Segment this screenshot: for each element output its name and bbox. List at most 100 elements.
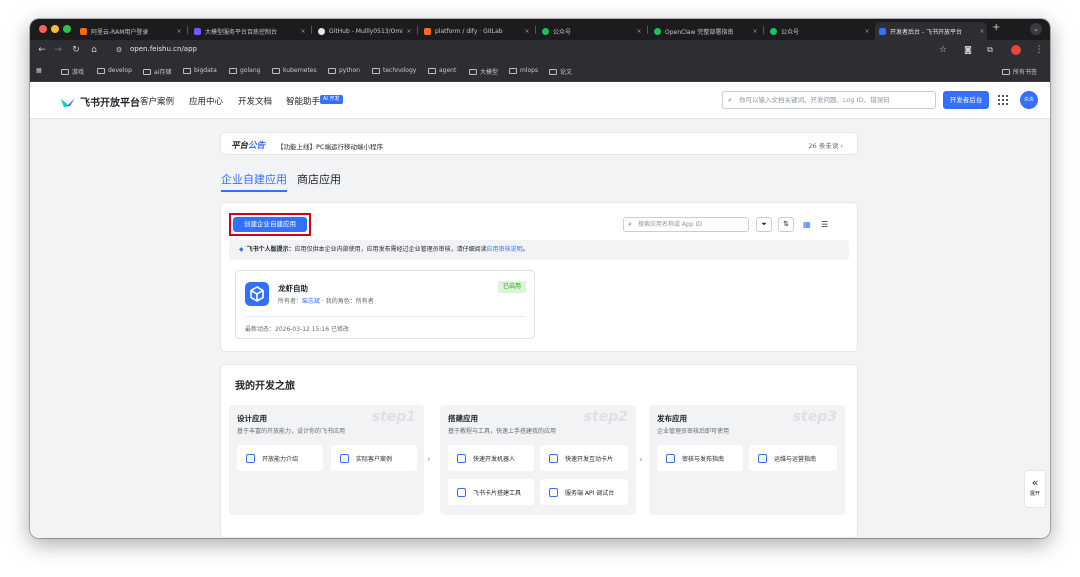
bookmark-star-icon[interactable]: ☆	[937, 44, 949, 56]
bot-icon	[457, 453, 466, 463]
owner-link[interactable]: 柴志斌	[302, 298, 320, 305]
browser-tab[interactable]: 公众号 ×	[538, 22, 644, 40]
maximize-window-icon[interactable]	[63, 25, 71, 33]
nav-ai-assistant[interactable]: 智能助手	[286, 95, 320, 107]
bookmark-folder[interactable]: python	[328, 67, 360, 74]
bookmark-folder[interactable]: kubernetes	[272, 67, 317, 74]
close-window-icon[interactable]	[39, 25, 47, 33]
browser-tab[interactable]: GitHub - Mullly0513/Omi ×	[314, 22, 414, 40]
tab-search-icon[interactable]: ⌄	[1030, 23, 1042, 35]
doc-icon	[246, 453, 255, 463]
quick-card-button[interactable]: 快速开发互动卡片	[540, 445, 628, 471]
all-bookmarks-folder[interactable]: 所有书签	[1002, 67, 1037, 76]
grid-view-icon[interactable]: ▦	[803, 219, 815, 230]
browser-tab[interactable]: platform / dify · GitLab ×	[420, 22, 532, 40]
screenshot-page: 阿里云-RAM用户登录 × 大模型服务平台百炼控制台 × GitHub - Mull…	[0, 0, 1080, 577]
tab-store-apps[interactable]: 商店应用	[297, 171, 341, 187]
close-tab-icon[interactable]: ×	[522, 28, 532, 35]
url-field[interactable]: open.feishu.cn/app	[130, 45, 197, 53]
browser-tab-strip: 阿里云-RAM用户登录 × 大模型服务平台百炼控制台 × GitHub - Mull…	[30, 19, 1050, 40]
capabilities-intro-button[interactable]: 开放能力介绍	[237, 445, 323, 471]
new-tab-icon[interactable]: +	[992, 22, 1000, 33]
bookmark-folder[interactable]: bigdata	[183, 67, 217, 74]
bookmark-folder[interactable]: 大模型	[469, 67, 498, 76]
unread-count-link[interactable]: 26 条未读 ›	[808, 140, 843, 150]
notification-badge-icon[interactable]	[1011, 45, 1021, 55]
home-icon[interactable]: ⌂	[88, 44, 100, 56]
app-last-updated: 最新动态：2026-03-12 15:16 已修改	[245, 326, 349, 333]
browser-tab-active[interactable]: 开发者后台 - 飞书开放平台 ×	[875, 22, 987, 40]
ops-guide-button[interactable]: 运维与运营指南	[749, 445, 837, 471]
step-build: step2 搭建应用 基于教程与工具，快速上手搭建我的应用 快速开发机器人 快速…	[440, 405, 636, 515]
minimize-window-icon[interactable]	[51, 25, 59, 33]
browser-tab[interactable]: 公众号 ×	[766, 22, 872, 40]
bookmark-folder[interactable]: golang	[229, 67, 260, 74]
step-publish: step3 发布应用 企业管理员审核后即可使用 审核与发布指南 运维与运营指南	[649, 405, 845, 515]
filter-icon[interactable]: ⏷	[756, 217, 772, 232]
bookmark-folder[interactable]: technology	[372, 67, 416, 74]
close-tab-icon[interactable]: ×	[977, 28, 987, 35]
app-list-panel: 创建企业自建应用 ⌕ 搜索应用名称或 App ID ⏷ ⇅ ▦ ☰ ◆ 飞书个人版…	[220, 202, 858, 352]
publish-guide-button[interactable]: 审核与发布指南	[657, 445, 743, 471]
user-avatar[interactable]: 炎炎	[1020, 91, 1038, 109]
close-tab-icon[interactable]: ×	[404, 28, 414, 35]
feishu-logo-icon	[61, 97, 75, 107]
wechat-icon	[542, 27, 549, 35]
close-tab-icon[interactable]: ×	[750, 28, 760, 35]
customer-cases-button[interactable]: 实际客户案例	[331, 445, 417, 471]
dev-console-button[interactable]: 开发者后台	[943, 91, 989, 109]
announcement-bar: 平台公告 【功能上线】PC端运行移动端小程序 26 条未读 ›	[220, 132, 858, 155]
bookmark-folder[interactable]: 游戏	[61, 67, 84, 76]
apps-grid-icon[interactable]: ▦	[36, 67, 42, 74]
bookmark-folder[interactable]: develop	[97, 67, 132, 74]
status-badge: 已启用	[497, 281, 526, 293]
sort-icon[interactable]: ⇅	[778, 217, 794, 232]
user-check-icon	[666, 453, 675, 463]
close-tab-icon[interactable]: ×	[862, 28, 872, 35]
nav-app-center[interactable]: 应用中心	[189, 95, 223, 107]
personal-edition-tip: ◆ 飞书个人版提示：应用仅供本企业内部使用，应用发布需经过企业管理员审核，请仔细阅…	[229, 240, 849, 260]
announcement-text[interactable]: 【功能上线】PC端运行移动端小程序	[277, 141, 383, 151]
ai-dev-badge[interactable]: AI 开发	[320, 95, 343, 104]
nav-customer-cases[interactable]: 客户案例	[140, 95, 174, 107]
double-chevron-left-icon: «	[1031, 476, 1039, 489]
tab-enterprise-apps[interactable]: 企业自建应用	[221, 171, 287, 187]
site-settings-icon[interactable]: ⚙	[113, 44, 125, 56]
browser-tab[interactable]: 阿里云-RAM用户登录 ×	[76, 22, 184, 40]
brand-logo[interactable]: 飞书开放平台	[60, 94, 140, 109]
expand-sidebar-button[interactable]: « 展开	[1024, 470, 1046, 508]
feishu-small-icon: ◆	[239, 246, 244, 253]
extensions-icon[interactable]: ⧉	[984, 44, 996, 56]
close-tab-icon[interactable]: ×	[174, 28, 184, 35]
back-icon[interactable]: ←	[36, 44, 48, 56]
forward-icon[interactable]: →	[52, 44, 64, 56]
menu-kebab-icon[interactable]: ⋮	[1033, 44, 1045, 56]
doc-search-input[interactable]: ⌕ 你可以输入文档关键词、开发问题、Log ID、错误码	[722, 91, 936, 109]
profile-icon[interactable]: ◙	[962, 44, 974, 56]
quick-bot-button[interactable]: 快速开发机器人	[448, 445, 534, 471]
bookmark-folder[interactable]: ai存储	[143, 67, 171, 76]
close-tab-icon[interactable]: ×	[298, 28, 308, 35]
browser-tab[interactable]: 大模型服务平台百炼控制台 ×	[190, 22, 308, 40]
browser-toolbar: ← → ↻ ⌂ ⚙ open.feishu.cn/app ☆ ◙ ⧉ ⋮	[30, 40, 1050, 61]
browser-tab[interactable]: OpenClaw 完整部署指南 ×	[650, 22, 760, 40]
close-tab-icon[interactable]: ×	[634, 28, 644, 35]
wechat-icon	[770, 27, 777, 35]
nav-dev-docs[interactable]: 开发文档	[238, 95, 272, 107]
app-icon	[245, 282, 269, 306]
app-grid-icon[interactable]	[997, 94, 1009, 106]
api-debugger-button[interactable]: 服务端 API 调试台	[540, 479, 628, 505]
app-search-input[interactable]: ⌕ 搜索应用名称或 App ID	[623, 217, 749, 232]
review-guide-link[interactable]: 应用审核说明	[487, 246, 523, 253]
bookmark-folder[interactable]: mlops	[509, 67, 538, 74]
app-name[interactable]: 龙虾自助	[278, 283, 308, 294]
bookmark-folder[interactable]: 论文	[549, 67, 572, 76]
app-card[interactable]: 龙虾自助 已启用 所有者：柴志斌 · 我的角色：所有者 最新动态：2026-03…	[235, 270, 535, 339]
gitlab-icon	[424, 27, 431, 35]
create-enterprise-app-button[interactable]: 创建企业自建应用	[233, 217, 307, 232]
list-view-icon[interactable]: ☰	[821, 219, 833, 230]
reload-icon[interactable]: ↻	[70, 44, 82, 56]
ops-icon	[758, 453, 767, 463]
bookmark-folder[interactable]: agent	[428, 67, 456, 74]
card-builder-button[interactable]: 飞书卡片搭建工具	[448, 479, 534, 505]
